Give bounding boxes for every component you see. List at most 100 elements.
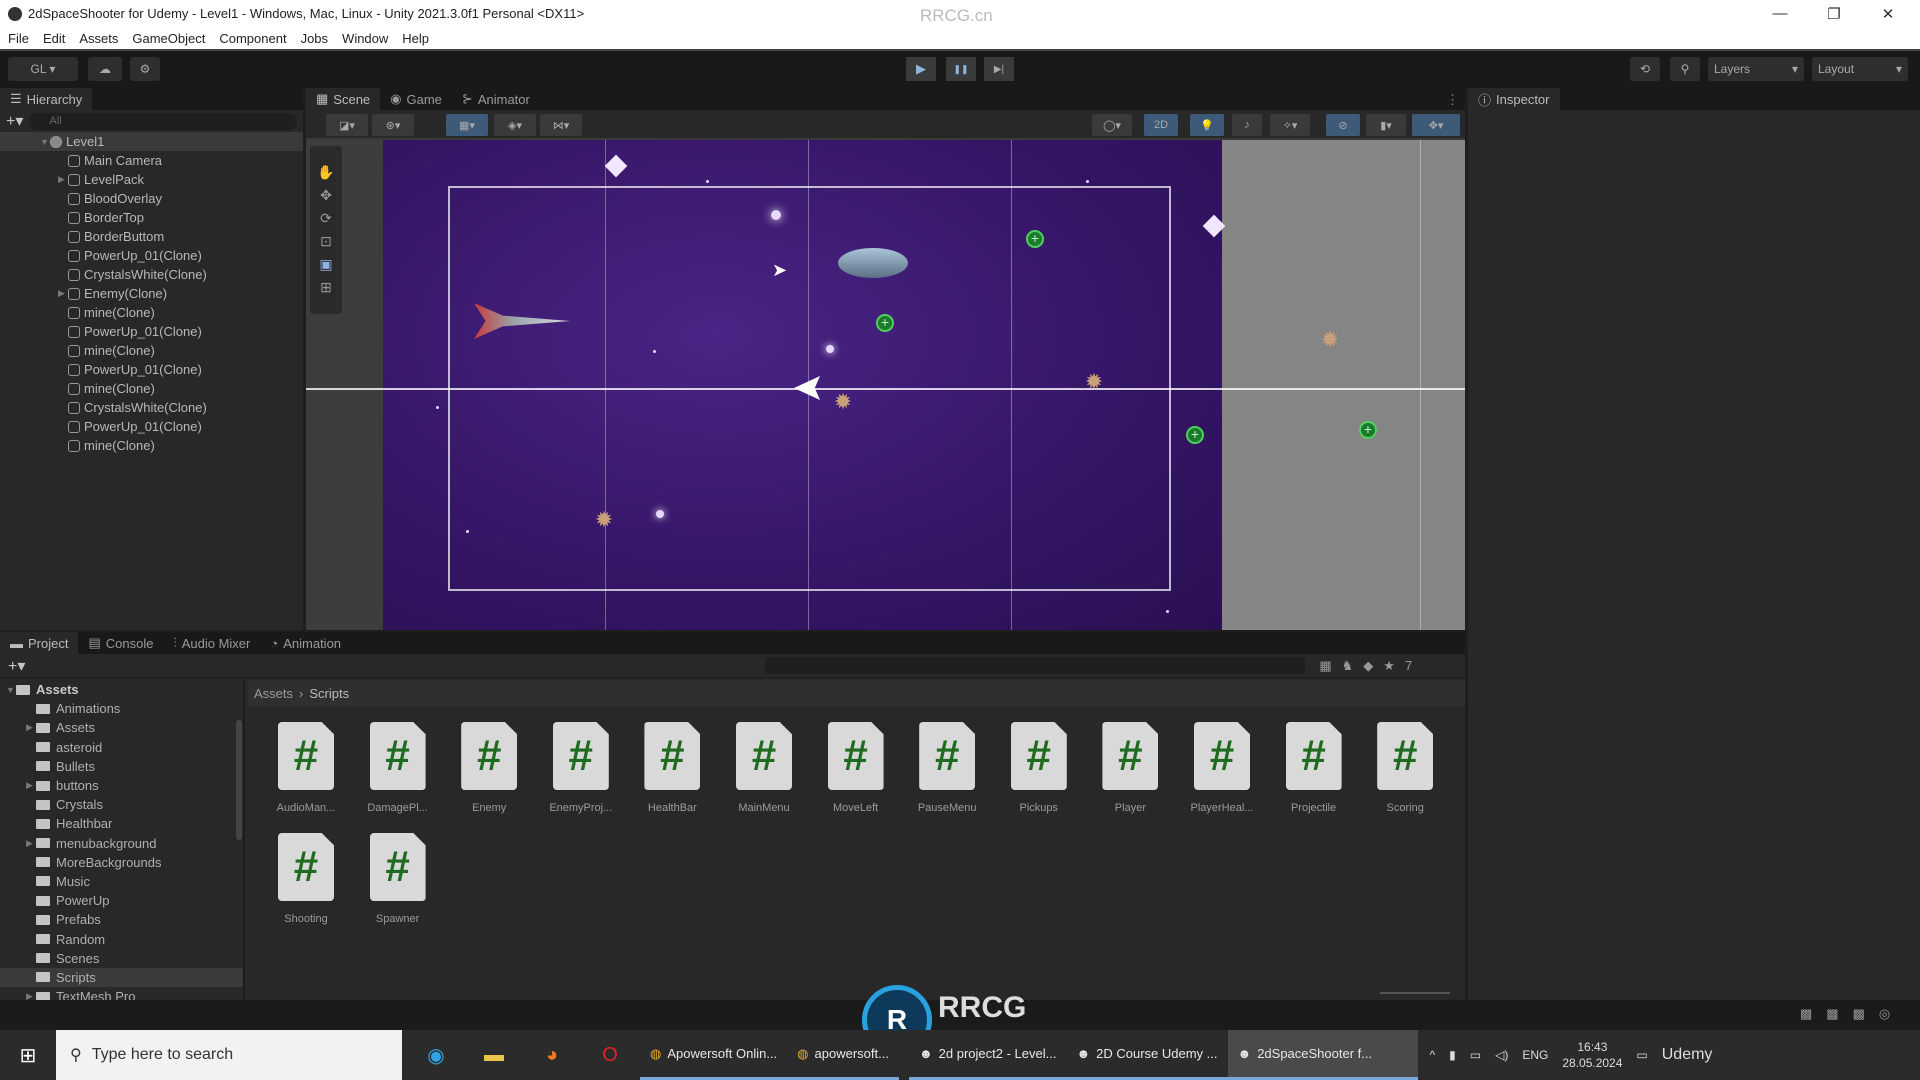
status-icons[interactable]: ▩▩▩◎ bbox=[1800, 1006, 1904, 1022]
layers-dropdown[interactable]: Layers ▾ bbox=[1708, 57, 1804, 81]
account-dropdown[interactable]: GL ▾ bbox=[8, 57, 78, 81]
hierarchy-item[interactable]: mine(Clone) bbox=[0, 341, 303, 360]
clock[interactable]: 16:43 28.05.2024 bbox=[1562, 1039, 1622, 1071]
tree-root[interactable]: ▼ Assets bbox=[0, 680, 243, 699]
hierarchy-item[interactable]: PowerUp_01(Clone) bbox=[0, 417, 303, 436]
snap-dropdown[interactable]: ◈▾ bbox=[494, 114, 536, 136]
hidden-count[interactable]: 7 bbox=[1405, 658, 1412, 673]
folder-item[interactable]: Scenes bbox=[0, 949, 243, 968]
play-button[interactable]: ▶ bbox=[906, 57, 936, 81]
visibility-icon[interactable]: ⊘ bbox=[1326, 114, 1360, 136]
project-search-input[interactable] bbox=[765, 657, 1306, 674]
tab-animator[interactable]: ⊱ Animator bbox=[452, 88, 540, 110]
network-icon[interactable]: ▭ bbox=[1470, 1048, 1481, 1062]
script-asset[interactable]: # Spawner bbox=[352, 833, 444, 925]
draw-mode-dropdown[interactable]: ◪▾ bbox=[326, 114, 368, 136]
tab-animation[interactable]: ◔ Animation bbox=[260, 632, 351, 654]
effects-dropdown[interactable]: ✧▾ bbox=[1270, 114, 1310, 136]
breadcrumb-scripts[interactable]: Scripts bbox=[309, 686, 349, 701]
close-button[interactable]: ✕ bbox=[1866, 0, 1910, 27]
cloud-icon[interactable]: ☁ bbox=[88, 57, 122, 81]
folder-item[interactable]: MoreBackgrounds bbox=[0, 853, 243, 872]
add-icon[interactable]: +▾ bbox=[6, 111, 23, 131]
menu-file[interactable]: File bbox=[8, 31, 29, 46]
expand-arrow-icon[interactable]: ▶ bbox=[58, 288, 68, 299]
expand-arrow-icon[interactable]: ▼ bbox=[40, 137, 50, 147]
edge-icon[interactable]: ◉ bbox=[416, 1030, 456, 1080]
tab-scene[interactable]: ▦ Scene bbox=[306, 88, 381, 110]
folder-item[interactable]: ▶ buttons bbox=[0, 776, 243, 795]
hierarchy-item[interactable]: ▶ Enemy(Clone) bbox=[0, 284, 303, 303]
script-asset[interactable]: # AudioMan... bbox=[260, 722, 352, 814]
collab-icon[interactable]: ⚙ bbox=[130, 57, 160, 81]
microphone-icon[interactable]: ▮ bbox=[1449, 1048, 1456, 1062]
volume-icon[interactable]: ◁) bbox=[1495, 1048, 1508, 1062]
hierarchy-item[interactable]: ▶ LevelPack bbox=[0, 170, 303, 189]
script-asset[interactable]: # Player bbox=[1084, 722, 1176, 814]
gizmo-dropdown[interactable]: ⊛▾ bbox=[372, 114, 414, 136]
script-asset[interactable]: # MainMenu bbox=[718, 722, 810, 814]
chevron-up-icon[interactable]: ^ bbox=[1430, 1048, 1436, 1062]
layout-dropdown[interactable]: Layout ▾ bbox=[1812, 57, 1908, 81]
menu-help[interactable]: Help bbox=[402, 31, 429, 46]
shading-dropdown[interactable]: ◯▾ bbox=[1092, 114, 1132, 136]
minimize-button[interactable]: — bbox=[1758, 0, 1802, 27]
taskbar-search-input[interactable]: ⚲ Type here to search bbox=[56, 1030, 402, 1080]
rect-tool-icon[interactable]: ▣ bbox=[319, 256, 332, 273]
taskbar-app-2dspaceshooter[interactable]: ☻ 2dSpaceShooter f... bbox=[1227, 1030, 1418, 1080]
script-asset[interactable]: # DamagePl... bbox=[352, 722, 444, 814]
script-asset[interactable]: # Shooting bbox=[260, 833, 352, 925]
folder-item[interactable]: PowerUp bbox=[0, 891, 243, 910]
menu-window[interactable]: Window bbox=[342, 31, 388, 46]
rotate-tool-icon[interactable]: ⟳ bbox=[320, 210, 332, 227]
menu-edit[interactable]: Edit bbox=[43, 31, 65, 46]
taskbar-app-2d-project2[interactable]: ☻ 2d project2 - Level... bbox=[908, 1030, 1067, 1080]
script-asset[interactable]: # EnemyProj... bbox=[535, 722, 627, 814]
hierarchy-item[interactable]: CrystalsWhite(Clone) bbox=[0, 265, 303, 284]
expand-arrow-icon[interactable]: ▶ bbox=[58, 174, 68, 185]
menu-gameobject[interactable]: GameObject bbox=[132, 31, 205, 46]
hierarchy-item[interactable]: mine(Clone) bbox=[0, 379, 303, 398]
script-asset[interactable]: # MoveLeft bbox=[810, 722, 902, 814]
zoom-slider[interactable] bbox=[1380, 992, 1450, 994]
pause-button[interactable]: ❚❚ bbox=[946, 57, 976, 81]
script-asset[interactable]: # Projectile bbox=[1268, 722, 1360, 814]
taskbar-app-apowersoft-2[interactable]: ◍ apowersoft... bbox=[787, 1030, 899, 1080]
folder-item[interactable]: Animations bbox=[0, 699, 243, 718]
folder-item[interactable]: Random bbox=[0, 929, 243, 948]
tree-scrollbar[interactable] bbox=[236, 720, 242, 840]
2d-toggle[interactable]: 2D bbox=[1144, 114, 1178, 136]
audio-icon[interactable]: ♪ bbox=[1232, 114, 1262, 136]
tab-inspector[interactable]: ⓘ Inspector bbox=[1468, 88, 1560, 110]
scene-root-row[interactable]: ▼ Level1 bbox=[0, 132, 303, 151]
hierarchy-item[interactable]: PowerUp_01(Clone) bbox=[0, 246, 303, 265]
taskbar-app-apowersoft[interactable]: ◍ Apowersoft Onlin... bbox=[640, 1030, 788, 1080]
menu-component[interactable]: Component bbox=[219, 31, 286, 46]
hand-tool-icon[interactable]: ✋ bbox=[317, 164, 334, 181]
menu-jobs[interactable]: Jobs bbox=[301, 31, 328, 46]
tab-console[interactable]: ▤ Console bbox=[78, 632, 163, 654]
filter-icons[interactable]: ▦♞◆★ bbox=[1319, 658, 1405, 674]
folder-item[interactable]: Healthbar bbox=[0, 814, 243, 833]
hierarchy-search-input[interactable]: All bbox=[29, 112, 297, 130]
taskbar-app-2d-course[interactable]: ☻ 2D Course Udemy ... bbox=[1066, 1030, 1228, 1080]
camera-dropdown[interactable]: ▮▾ bbox=[1366, 114, 1406, 136]
hierarchy-item[interactable]: BorderButtom bbox=[0, 227, 303, 246]
transform-tool-icon[interactable]: ⊞ bbox=[320, 279, 332, 296]
search-icon[interactable]: ⚲ bbox=[1670, 57, 1700, 81]
folder-item[interactable]: Music bbox=[0, 872, 243, 891]
hierarchy-item[interactable]: CrystalsWhite(Clone) bbox=[0, 398, 303, 417]
folder-item[interactable]: Scripts bbox=[0, 967, 243, 987]
windows-start-icon[interactable]: ⊞ bbox=[0, 1030, 56, 1080]
gizmos-dropdown[interactable]: ✥▾ bbox=[1412, 114, 1460, 136]
move-tool-icon[interactable]: ✥ bbox=[320, 187, 332, 204]
folder-item[interactable]: asteroid bbox=[0, 738, 243, 757]
script-asset[interactable]: # Pickups bbox=[993, 722, 1085, 814]
folder-item[interactable]: Prefabs bbox=[0, 910, 243, 929]
scene-view[interactable]: + + + + ✹ ✹ ✹ ✹ ✋ ✥ ⟳ ⊡ ▣ ⊞ ➤ bbox=[306, 140, 1465, 630]
expand-arrow-icon[interactable]: ▶ bbox=[26, 722, 36, 733]
tab-hierarchy[interactable]: ☰ Hierarchy bbox=[0, 88, 93, 110]
hierarchy-item[interactable]: Main Camera bbox=[0, 151, 303, 170]
add-icon[interactable]: +▾ bbox=[8, 656, 25, 676]
hierarchy-item[interactable]: PowerUp_01(Clone) bbox=[0, 360, 303, 379]
